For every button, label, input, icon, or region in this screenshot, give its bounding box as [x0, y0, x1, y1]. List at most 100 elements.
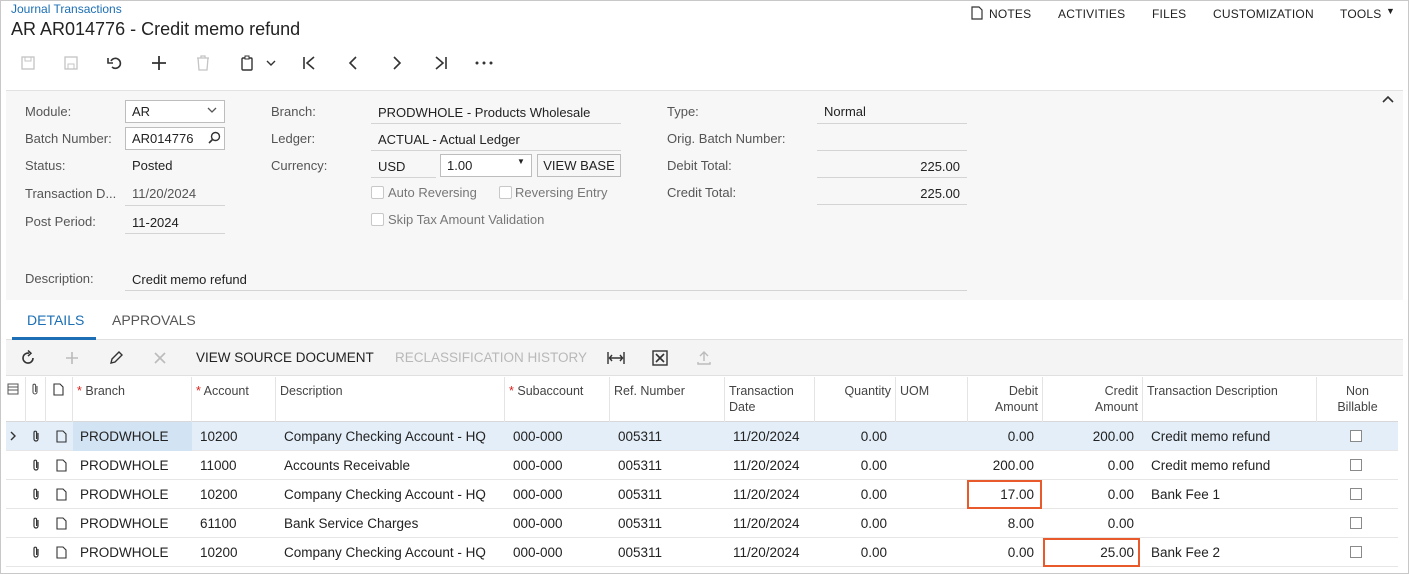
search-icon[interactable] [208, 131, 221, 144]
cell-quantity[interactable]: 0.00 [815, 480, 887, 509]
cell-description[interactable]: Bank Service Charges [284, 509, 418, 538]
cell-subaccount[interactable]: 000-000 [513, 480, 563, 509]
cell-quantity[interactable]: 0.00 [815, 422, 887, 451]
column-ref-number[interactable]: Ref. Number [610, 377, 725, 422]
clipboard-dropdown-icon[interactable] [261, 53, 281, 73]
cell-credit-amount[interactable]: 200.00 [1043, 422, 1134, 451]
tab-approvals[interactable]: APPROVALS [112, 312, 196, 328]
activities-button[interactable]: ACTIVITIES [1058, 7, 1125, 21]
notes-icon[interactable] [971, 6, 983, 20]
cell-debit-amount[interactable]: 0.00 [968, 422, 1034, 451]
view-base-button[interactable]: VIEW BASE [537, 154, 621, 177]
cell-branch[interactable]: PRODWHOLE [80, 451, 169, 480]
column-transaction-date[interactable]: Transaction Date [725, 377, 815, 422]
column-credit-amount[interactable]: Credit Amount [1043, 377, 1143, 422]
attachment-icon[interactable] [31, 488, 41, 501]
table-row[interactable]: PRODWHOLE 11000 Accounts Receivable 000-… [6, 451, 1398, 480]
cell-branch[interactable]: PRODWHOLE [80, 480, 169, 509]
delete-row-icon[interactable] [152, 350, 168, 366]
attachment-icon[interactable] [31, 517, 41, 530]
cell-account[interactable]: 10200 [200, 422, 238, 451]
cell-branch[interactable]: PRODWHOLE [80, 538, 169, 567]
cell-credit-amount[interactable]: 0.00 [1043, 509, 1134, 538]
last-record-icon[interactable] [431, 53, 451, 73]
cell-description[interactable]: Company Checking Account - HQ [284, 538, 486, 567]
collapse-icon[interactable] [1382, 95, 1394, 105]
upload-icon[interactable] [696, 350, 712, 366]
column-branch[interactable]: * Branch [73, 377, 192, 422]
cell-branch[interactable]: PRODWHOLE [80, 509, 169, 538]
attachment-icon[interactable] [31, 430, 41, 443]
cell-subaccount[interactable]: 000-000 [513, 422, 563, 451]
delete-icon[interactable] [193, 53, 213, 73]
cell-quantity[interactable]: 0.00 [815, 451, 887, 480]
table-row[interactable]: PRODWHOLE 10200 Company Checking Account… [6, 422, 1398, 451]
save-close-icon[interactable] [18, 53, 38, 73]
cell-ref-number[interactable]: 005311 [618, 480, 662, 509]
attachment-icon[interactable] [31, 546, 41, 559]
add-row-icon[interactable] [64, 350, 80, 366]
cell-credit-amount[interactable]: 0.00 [1043, 451, 1134, 480]
cell-subaccount[interactable]: 000-000 [513, 538, 563, 567]
refresh-icon[interactable] [20, 350, 36, 366]
customization-button[interactable]: CUSTOMIZATION [1213, 7, 1314, 21]
cell-credit-amount[interactable]: 25.00 [1043, 538, 1134, 567]
cell-debit-amount[interactable]: 200.00 [968, 451, 1034, 480]
table-row[interactable]: PRODWHOLE 61100 Bank Service Charges 000… [6, 509, 1398, 538]
note-icon[interactable] [56, 430, 67, 443]
auto-reversing-checkbox[interactable] [371, 186, 384, 199]
cell-description[interactable]: Accounts Receivable [284, 451, 410, 480]
cell-ref-number[interactable]: 005311 [618, 509, 662, 538]
table-row[interactable]: PRODWHOLE 10200 Company Checking Account… [6, 480, 1398, 509]
fit-columns-icon[interactable] [607, 350, 625, 366]
cell-account[interactable]: 61100 [200, 509, 237, 538]
cell-transaction-date[interactable]: 11/20/2024 [733, 509, 800, 538]
non-billable-checkbox[interactable] [1350, 488, 1362, 500]
cell-account[interactable]: 10200 [200, 538, 238, 567]
column-settings-icon[interactable] [6, 377, 26, 422]
column-uom[interactable]: UOM [896, 377, 968, 422]
reclassification-history-button[interactable]: RECLASSIFICATION HISTORY [395, 350, 587, 365]
cell-transaction-date[interactable]: 11/20/2024 [733, 480, 800, 509]
cell-transaction-description[interactable]: Credit memo refund [1151, 451, 1270, 480]
breadcrumb[interactable]: Journal Transactions [11, 2, 122, 16]
cell-transaction-description[interactable]: Credit memo refund [1151, 422, 1270, 451]
non-billable-checkbox[interactable] [1350, 459, 1362, 471]
cell-debit-amount[interactable]: 0.00 [968, 538, 1034, 567]
cell-branch[interactable]: PRODWHOLE [80, 422, 169, 451]
note-icon[interactable] [56, 488, 67, 501]
column-transaction-description[interactable]: Transaction Description [1143, 377, 1317, 422]
module-select[interactable]: AR [125, 100, 225, 123]
tools-caret-icon[interactable]: ▼ [1386, 6, 1395, 16]
cell-subaccount[interactable]: 000-000 [513, 451, 563, 480]
reversing-entry-checkbox[interactable] [499, 186, 512, 199]
undo-icon[interactable] [105, 53, 125, 73]
cell-debit-amount[interactable]: 8.00 [968, 509, 1034, 538]
tools-button[interactable]: TOOLS [1340, 7, 1381, 21]
save-icon[interactable] [61, 53, 81, 73]
cell-transaction-date[interactable]: 11/20/2024 [733, 422, 800, 451]
files-button[interactable]: FILES [1152, 7, 1186, 21]
cell-ref-number[interactable]: 005311 [618, 451, 662, 480]
view-source-document-button[interactable]: VIEW SOURCE DOCUMENT [196, 350, 374, 365]
non-billable-checkbox[interactable] [1350, 546, 1362, 558]
cell-transaction-description[interactable]: Bank Fee 1 [1151, 480, 1220, 509]
cell-credit-amount[interactable]: 0.00 [1043, 480, 1134, 509]
cell-account[interactable]: 11000 [200, 451, 237, 480]
next-record-icon[interactable] [387, 53, 407, 73]
edit-icon[interactable] [108, 350, 124, 366]
notes-button[interactable]: NOTES [989, 7, 1031, 21]
column-subaccount[interactable]: * Subaccount [505, 377, 610, 422]
cell-quantity[interactable]: 0.00 [815, 509, 887, 538]
previous-record-icon[interactable] [343, 53, 363, 73]
export-excel-icon[interactable] [652, 350, 668, 366]
note-icon[interactable] [56, 546, 67, 559]
cell-subaccount[interactable]: 000-000 [513, 509, 563, 538]
non-billable-checkbox[interactable] [1350, 517, 1362, 529]
attachment-icon[interactable] [31, 459, 41, 472]
batch-number-input[interactable]: AR014776 [125, 127, 225, 150]
cell-quantity[interactable]: 0.00 [815, 538, 887, 567]
note-icon[interactable] [56, 517, 67, 530]
note-icon[interactable] [56, 459, 67, 472]
column-debit-amount[interactable]: Debit Amount [968, 377, 1043, 422]
